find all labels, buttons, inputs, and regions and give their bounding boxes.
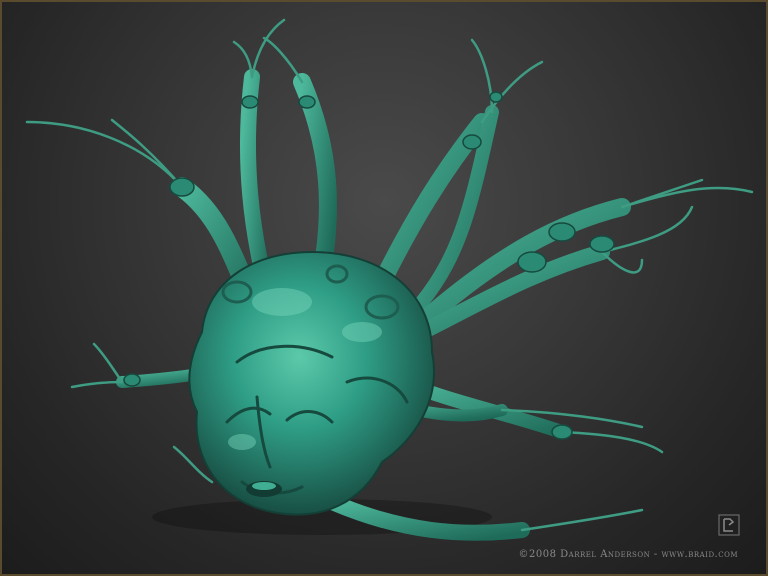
copyright-watermark: ©2008 Darrel Anderson - www.braid.com (518, 549, 738, 560)
image-frame: ©2008 Darrel Anderson - www.braid.com (0, 0, 768, 576)
braid-logo-icon (718, 514, 740, 536)
tentacled-creature-head-icon (25, 18, 754, 541)
